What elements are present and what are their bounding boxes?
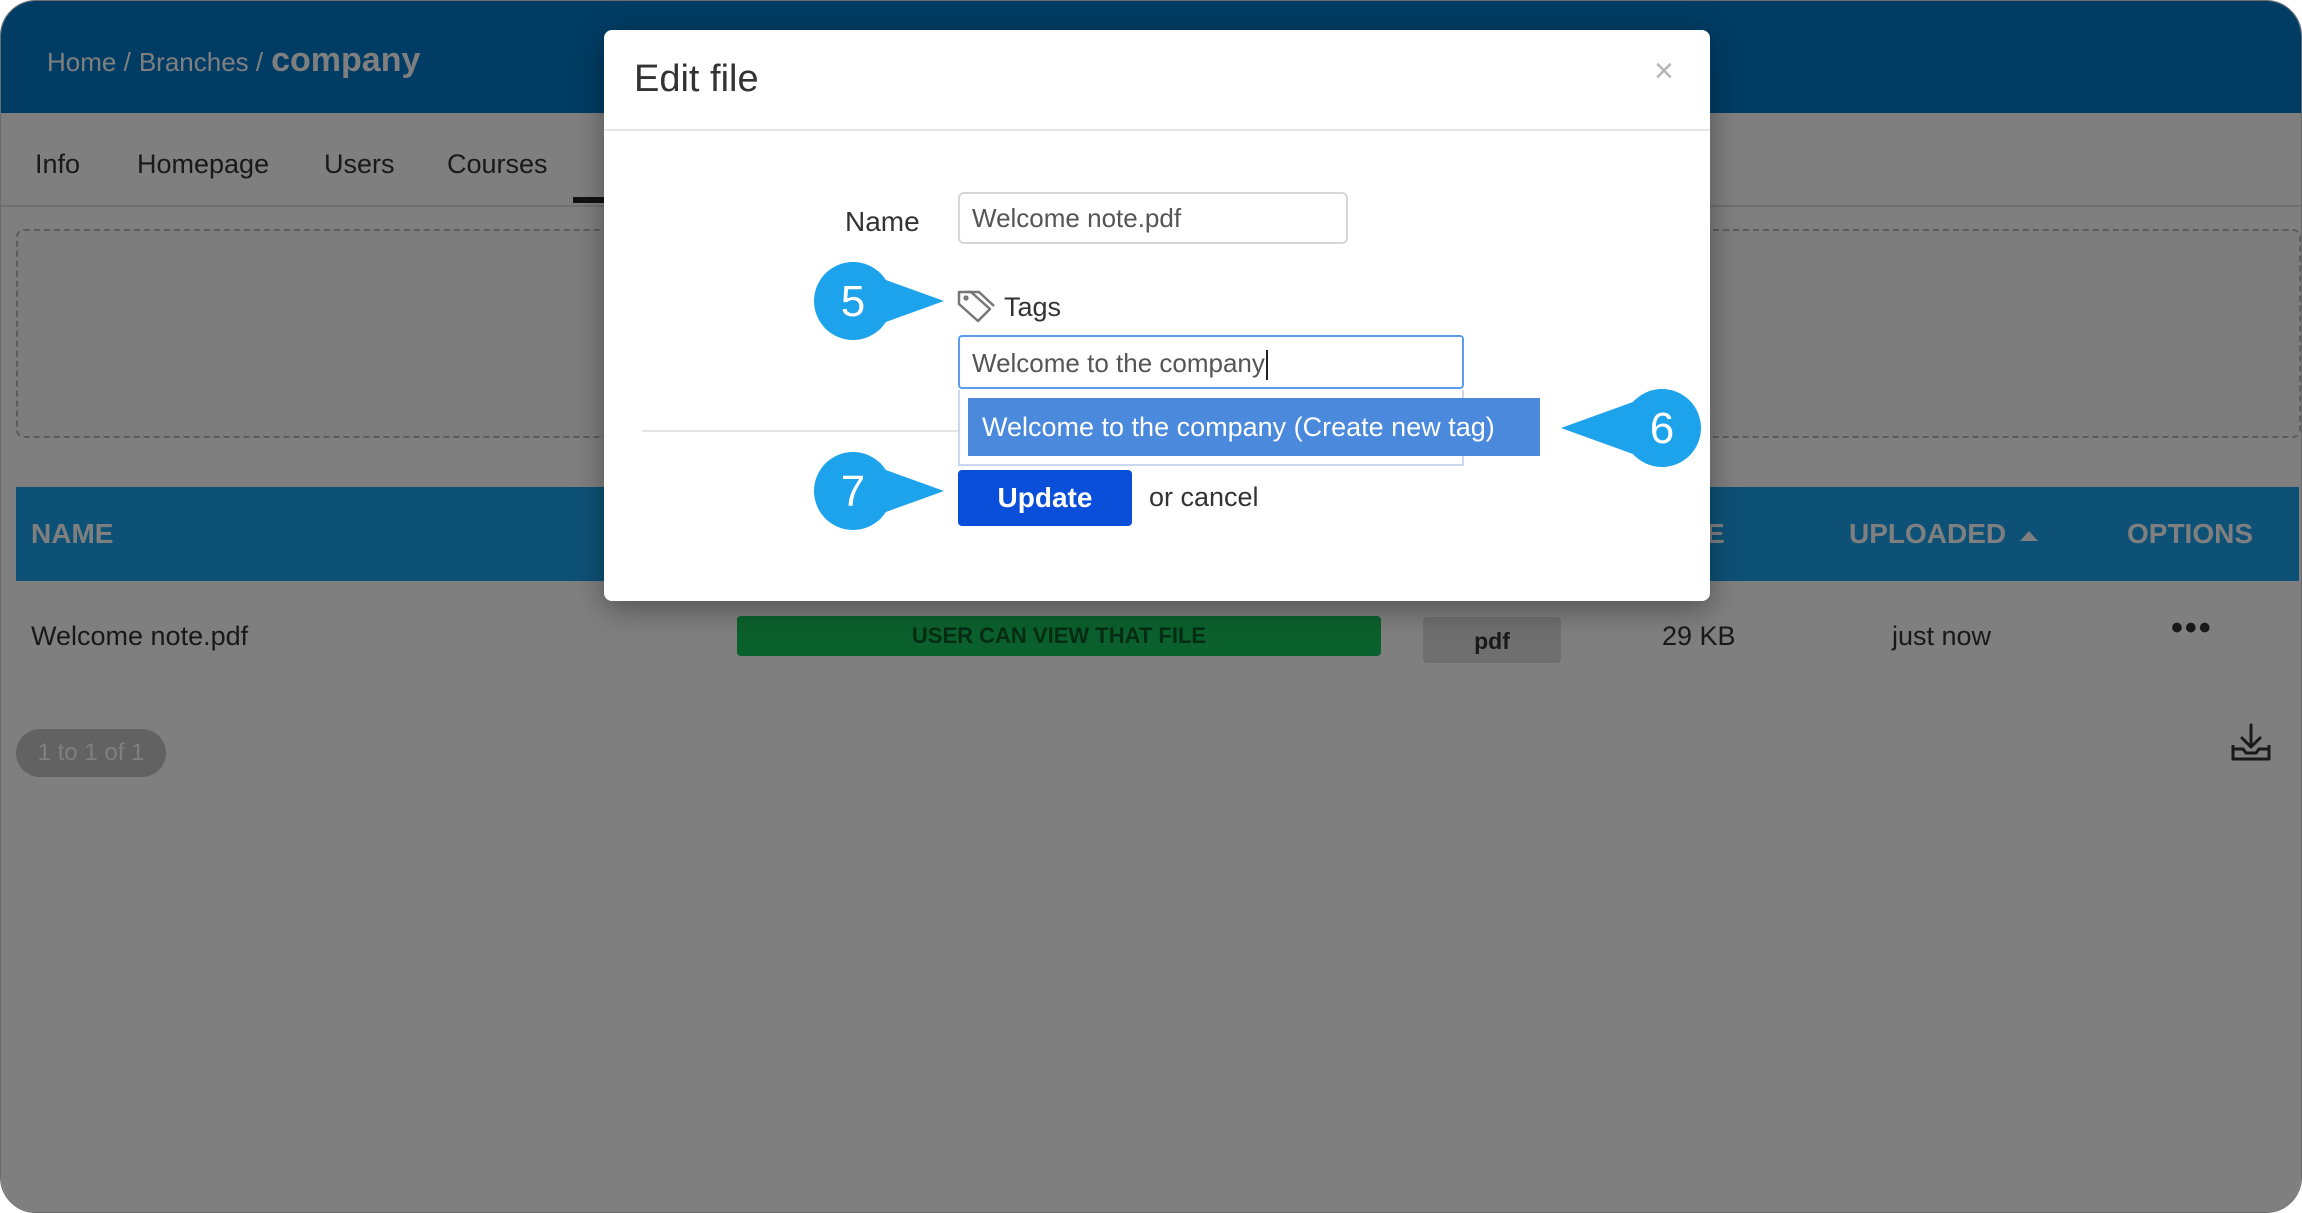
tags-input-value: Welcome to the company xyxy=(972,348,1265,378)
modal-title: Edit file xyxy=(634,58,759,100)
callout-7: 7 xyxy=(814,452,954,532)
create-new-tag-option[interactable]: Welcome to the company (Create new tag) xyxy=(968,398,1540,456)
app-window: Home / Branches / company Info Homepage … xyxy=(0,0,2302,1213)
tags-input[interactable]: Welcome to the company xyxy=(958,335,1464,389)
tag-suggestions-dropdown: Welcome to the company (Create new tag) xyxy=(958,390,1540,466)
callout-5: 5 xyxy=(814,262,954,342)
modal-footer-divider xyxy=(642,430,958,432)
update-button[interactable]: Update xyxy=(958,470,1132,526)
callout-6: 6 xyxy=(1561,389,1701,469)
tags-label: Tags xyxy=(1004,292,1062,322)
name-label: Name xyxy=(845,206,920,237)
close-icon[interactable]: × xyxy=(1654,52,1674,91)
tag-icon xyxy=(957,290,995,323)
name-input[interactable] xyxy=(958,192,1348,244)
cancel-link[interactable]: or cancel xyxy=(1149,482,1259,513)
text-cursor xyxy=(1265,350,1268,381)
edit-file-modal: Edit file × Name Tags Welcome to the com… xyxy=(604,30,1710,601)
modal-header-divider xyxy=(604,129,1710,131)
